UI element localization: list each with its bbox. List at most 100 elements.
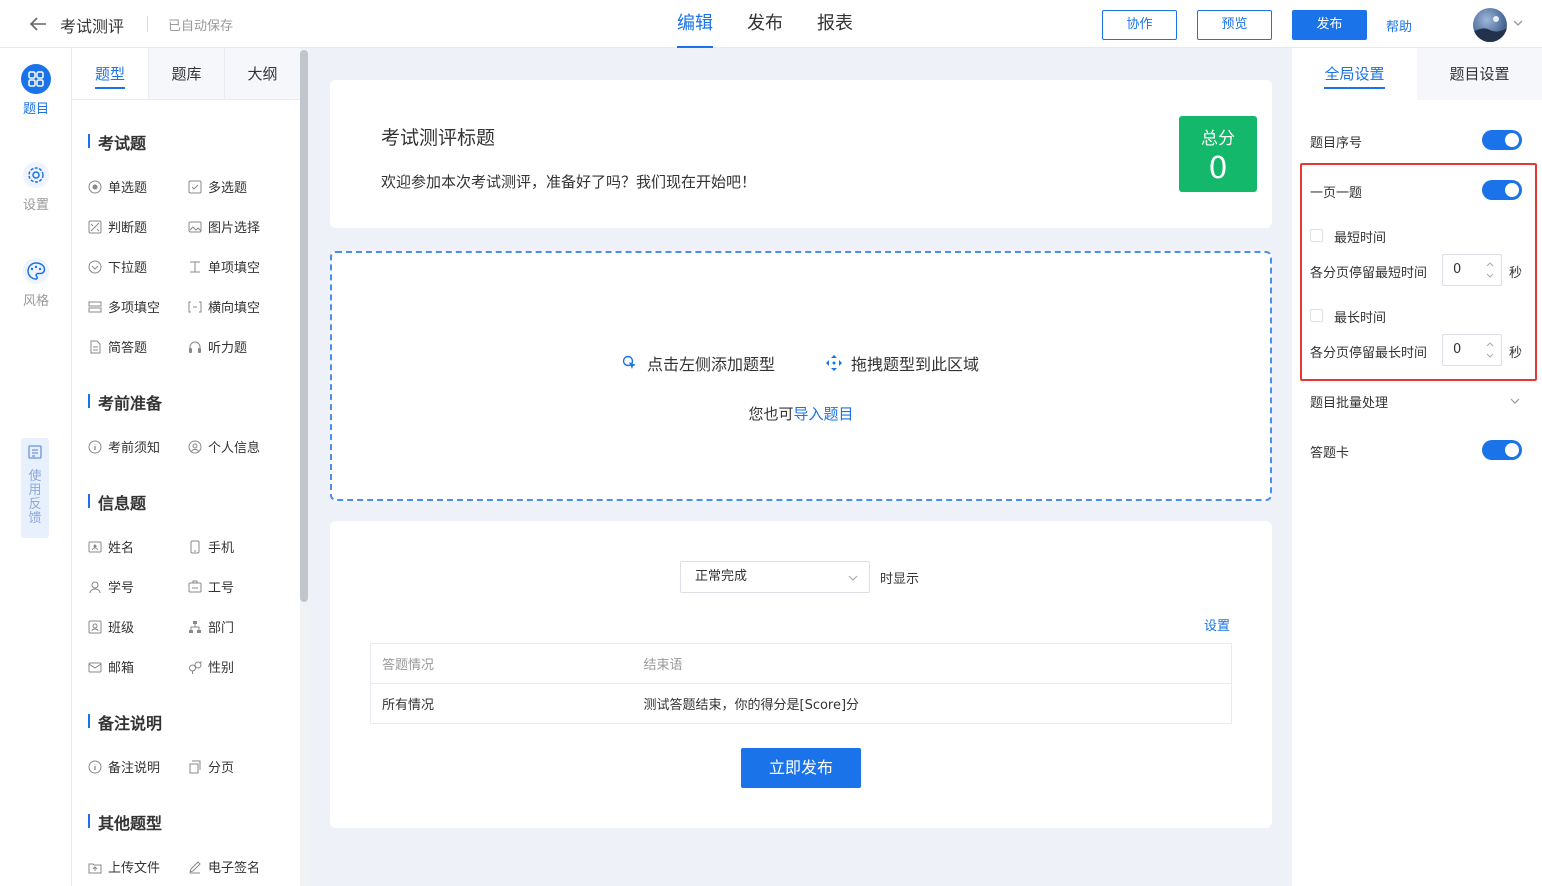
pointer-click-icon (622, 355, 636, 369)
tab-publish[interactable]: 发布 (730, 0, 800, 48)
autosave-status: 已自动保存 (168, 19, 234, 34)
collab-button[interactable]: 协作 (1102, 10, 1177, 40)
completion-select[interactable]: 正常完成 (680, 561, 870, 593)
qtype-short-answer[interactable]: 简答题 (88, 337, 147, 356)
qtype-label: 简答题 (108, 341, 148, 356)
min-time-input[interactable]: 0 (1442, 254, 1502, 286)
qtype-label: 分页 (208, 761, 235, 776)
document-icon (90, 340, 101, 353)
qtype-upload-file[interactable]: 上传文件 (88, 857, 160, 876)
left-rail: 题目 设置 风格 使用反馈 (0, 48, 72, 886)
qtype-personal-info[interactable]: 个人信息 (188, 437, 260, 456)
tab-report[interactable]: 报表 (800, 0, 870, 48)
qtype-single-blank[interactable]: 单项填空 (188, 257, 260, 276)
qtype-dropdown[interactable]: 下拉题 (88, 257, 147, 276)
feedback-button[interactable]: 使用反馈 (21, 438, 49, 538)
tab-outline[interactable]: 大纲 (224, 48, 300, 99)
max-time-checkbox[interactable] (1310, 309, 1323, 322)
help-link[interactable]: 帮助 (1386, 16, 1412, 35)
qtype-department[interactable]: 部门 (188, 617, 234, 636)
chevron-down-icon[interactable] (1512, 17, 1524, 29)
max-time-input[interactable]: 0 (1442, 334, 1502, 366)
qtype-label: 判断题 (108, 221, 148, 236)
info-icon (88, 440, 102, 453)
tab-label: 题目设置 (1449, 65, 1510, 83)
student-icon (89, 581, 101, 593)
qtype-label: 性别 (208, 661, 235, 676)
max-time-unit: 秒 (1509, 346, 1523, 361)
table-row[interactable]: 所有情况 测试答题结束，你的得分是[Score]分 (370, 683, 1232, 724)
tab-global-settings[interactable]: 全局设置 (1292, 48, 1417, 100)
qtype-employee-id[interactable]: 工号 (188, 577, 234, 596)
survey-header-card[interactable]: 考试测评标题 欢迎参加本次考试测评，准备好了吗？我们现在开始吧！ 总分 0 (330, 80, 1272, 228)
qtype-label: 横向填空 (208, 301, 261, 316)
import-questions-link[interactable]: 导入题目 (794, 405, 854, 423)
section-title: 考前准备 (88, 390, 162, 414)
qtype-single-choice[interactable]: 单选题 (88, 177, 147, 196)
multi-text-icon (88, 301, 102, 312)
question-drop-zone[interactable]: 点击左侧添加题型 拖拽题型到此区域 您也可导入题目 (330, 251, 1272, 501)
qtype-horizontal-blank[interactable]: 横向填空 (188, 297, 260, 316)
org-chart-icon (189, 620, 201, 633)
qtype-name[interactable]: 姓名 (88, 537, 134, 556)
qtype-class[interactable]: 班级 (88, 617, 134, 636)
publish-button[interactable]: 发布 (1292, 10, 1367, 40)
dropdown-icon (88, 260, 102, 273)
rail-item-style[interactable]: 风格 (0, 256, 72, 309)
qtype-gender[interactable]: 性别 (188, 657, 234, 676)
table-header: 结束语 (632, 643, 1232, 684)
end-settings-link[interactable]: 设置 (1204, 615, 1230, 634)
batch-process-label[interactable]: 题目批量处理 (1310, 392, 1388, 411)
qtype-multi-choice[interactable]: 多选题 (188, 177, 247, 196)
answer-card-toggle[interactable] (1482, 440, 1522, 460)
qtype-remark[interactable]: 备注说明 (88, 757, 160, 776)
chevron-down-icon (848, 575, 858, 581)
rail-label-questions: 题目 (22, 102, 49, 117)
qtype-listening[interactable]: 听力题 (188, 337, 247, 356)
back-arrow-icon[interactable] (28, 14, 48, 34)
chevron-down-icon[interactable] (1509, 395, 1521, 407)
tab-question-settings[interactable]: 题目设置 (1417, 48, 1542, 100)
grid-icon (21, 64, 51, 94)
tab-question-types[interactable]: 题型 (72, 48, 148, 99)
rail-item-settings[interactable]: 设置 (0, 160, 72, 213)
image-icon (188, 221, 202, 232)
preview-button[interactable]: 预览 (1197, 10, 1272, 40)
qtype-exam-notice[interactable]: 考前须知 (88, 437, 160, 456)
import-hint: 您也可导入题目 (332, 403, 1270, 424)
qtype-image-choice[interactable]: 图片选择 (188, 217, 260, 236)
qtype-phone[interactable]: 手机 (188, 537, 234, 556)
end-page-card: 正常完成 时显示 设置 答题情况 结束语 所有情况 测试答题结束，你的得分是[S… (330, 521, 1272, 828)
tab-label: 题型 (94, 61, 125, 89)
qtype-true-false[interactable]: 判断题 (88, 217, 147, 236)
avatar[interactable] (1473, 8, 1507, 42)
qtype-page-break[interactable]: 分页 (188, 757, 234, 776)
qtype-email[interactable]: 邮箱 (88, 657, 134, 676)
max-time-desc: 各分页停留最长时间 (1310, 346, 1428, 361)
tab-question-bank[interactable]: 题库 (148, 48, 224, 99)
survey-title[interactable]: 考试测评标题 (381, 123, 495, 150)
qtype-multi-blank[interactable]: 多项填空 (88, 297, 160, 316)
stepper-icon[interactable] (1485, 339, 1495, 361)
gender-icon (189, 660, 202, 674)
one-per-page-toggle[interactable] (1482, 180, 1522, 200)
qtype-label: 上传文件 (108, 861, 161, 876)
publish-now-button[interactable]: 立即发布 (741, 748, 861, 788)
question-number-toggle[interactable] (1482, 130, 1522, 150)
bracket-icon (188, 301, 202, 312)
survey-description[interactable]: 欢迎参加本次考试测评，准备好了吗？我们现在开始吧！ (381, 171, 756, 192)
qtype-e-signature[interactable]: 电子签名 (188, 857, 260, 876)
qtype-label: 姓名 (108, 541, 135, 556)
stepper-icon[interactable] (1485, 259, 1495, 281)
tab-edit[interactable]: 编辑 (660, 0, 730, 48)
section-title: 其他题型 (88, 810, 162, 834)
qtype-label: 部门 (208, 621, 235, 636)
qtype-label: 单选题 (108, 181, 148, 196)
min-time-checkbox[interactable] (1310, 229, 1323, 242)
qtype-label: 工号 (208, 581, 235, 596)
checkbox-icon (188, 180, 202, 193)
rail-item-questions[interactable]: 题目 (0, 64, 72, 117)
qtype-student-id[interactable]: 学号 (88, 577, 134, 596)
scrollbar-thumb[interactable] (300, 50, 308, 602)
user-circle-icon (188, 440, 202, 453)
